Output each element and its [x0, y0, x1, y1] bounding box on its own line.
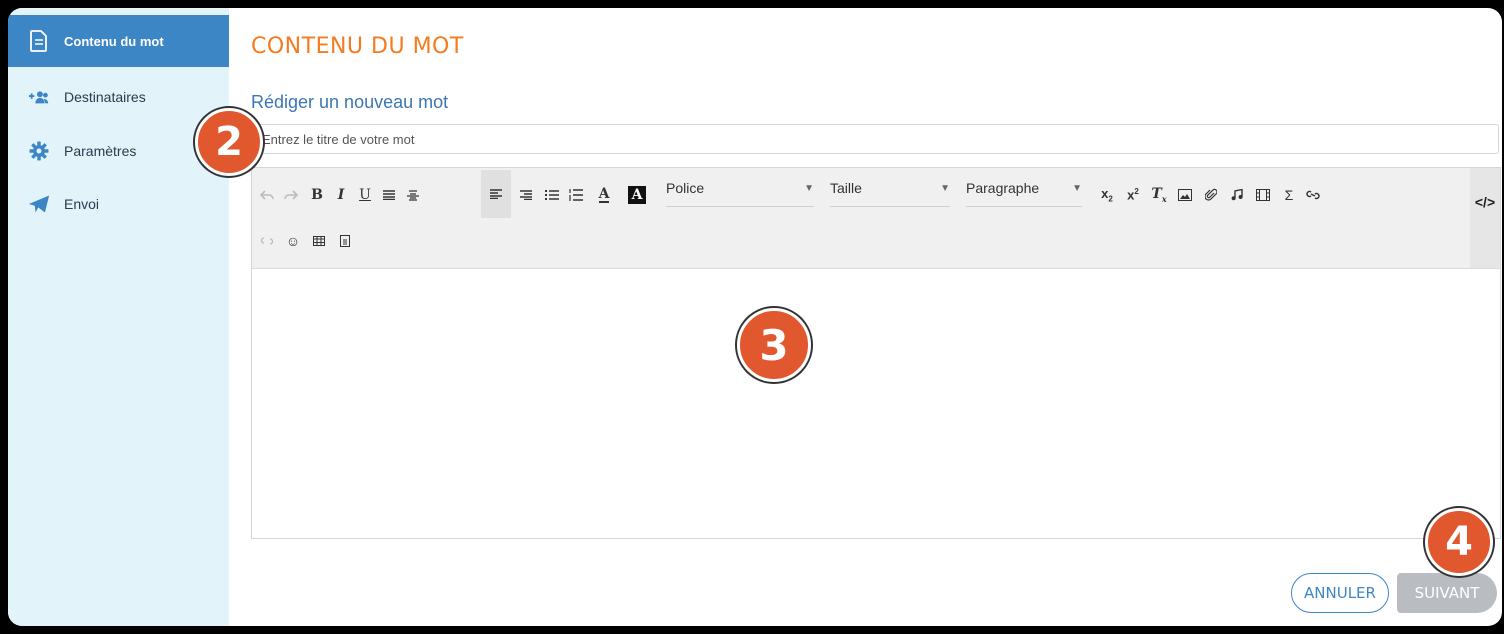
next-button[interactable]: SUIVANT [1397, 573, 1497, 613]
sidebar-item-label: Contenu du mot [64, 33, 164, 49]
text-color-icon: A [598, 186, 610, 203]
image-icon [1178, 189, 1192, 201]
size-select[interactable]: Taille ▼ [830, 180, 950, 207]
align-right-button[interactable] [515, 176, 537, 214]
document-icon [28, 30, 50, 52]
main-content: CONTENU DU MOT Rédiger un nouveau mot B … [195, 8, 1502, 626]
sidebar-item-envoi[interactable]: Envoi [8, 178, 229, 230]
font-select[interactable]: Police ▼ [666, 180, 814, 207]
undo-button[interactable] [256, 176, 278, 214]
page-title: CONTENU DU MOT [251, 34, 464, 59]
sidebar: Contenu du mot Destinataires Paramètres … [8, 8, 229, 626]
format-select[interactable]: Paragraphe ▼ [966, 180, 1082, 207]
align-justify-icon [383, 190, 395, 200]
text-color-button[interactable]: A [590, 176, 618, 214]
unlink-button[interactable] [256, 222, 278, 260]
page-icon [340, 235, 350, 247]
image-button[interactable] [1174, 176, 1196, 214]
redo-icon [284, 190, 298, 200]
paper-plane-icon [28, 193, 50, 215]
sidebar-item-destinataires[interactable]: Destinataires [8, 71, 229, 123]
underline-button[interactable]: U [354, 176, 376, 214]
sidebar-item-contenu[interactable]: Contenu du mot [8, 15, 229, 67]
cancel-button[interactable]: ANNULER [1291, 573, 1389, 613]
subscript-button[interactable]: x2 [1096, 176, 1118, 214]
subscript-icon: x2 [1101, 186, 1113, 204]
chevron-down-icon: ▼ [1072, 183, 1082, 194]
title-input[interactable] [251, 124, 1499, 154]
table-button[interactable] [308, 222, 330, 260]
justify-button[interactable] [378, 176, 400, 214]
film-icon [1256, 189, 1270, 201]
formula-button[interactable]: Σ [1278, 176, 1300, 214]
app-frame: Contenu du mot Destinataires Paramètres … [8, 8, 1502, 626]
smiley-icon: ☺ [285, 233, 301, 249]
italic-button[interactable]: I [330, 176, 352, 214]
bullet-list-icon [545, 190, 559, 200]
align-left-icon [490, 189, 502, 199]
add-users-icon [28, 86, 50, 108]
step-badge-2: 2 [195, 108, 263, 176]
gear-icon [28, 140, 50, 162]
rich-text-editor: B I U A A Police ▼ Taille ▼ Paragraphe ▼… [251, 167, 1501, 539]
attachment-button[interactable] [1200, 176, 1222, 214]
link-icon [1306, 190, 1320, 200]
sidebar-item-label: Envoi [64, 196, 100, 212]
superscript-button[interactable]: x2 [1122, 176, 1144, 214]
editor-content-area[interactable] [252, 269, 1500, 538]
link-button[interactable] [1302, 176, 1324, 214]
undo-icon [260, 190, 274, 200]
section-subtitle: Rédiger un nouveau mot [251, 92, 449, 112]
audio-button[interactable] [1226, 176, 1248, 214]
code-icon: </> [1474, 194, 1496, 210]
step-badge-4: 4 [1425, 508, 1493, 576]
align-left-button[interactable] [481, 170, 511, 218]
background-color-button[interactable]: A [624, 176, 650, 214]
video-button[interactable] [1252, 176, 1274, 214]
strikethrough-icon [407, 190, 419, 201]
step-badge-3: 3 [737, 308, 811, 382]
template-button[interactable] [334, 222, 356, 260]
superscript-icon: x2 [1127, 187, 1139, 203]
table-icon [313, 236, 325, 246]
chevron-down-icon: ▼ [804, 183, 814, 194]
music-note-icon [1231, 189, 1243, 201]
emoji-button[interactable]: ☺ [282, 222, 304, 260]
sidebar-item-label: Paramètres [64, 143, 137, 159]
numbered-list-icon [569, 189, 583, 201]
align-right-icon [520, 190, 532, 200]
font-select-label: Police [666, 180, 705, 196]
strikethrough-button[interactable] [402, 176, 424, 214]
editor-toolbar: B I U A A Police ▼ Taille ▼ Paragraphe ▼… [252, 168, 1500, 269]
clear-format-button[interactable]: Tx [1148, 176, 1170, 214]
sigma-icon: Σ [1284, 187, 1294, 203]
sidebar-item-label: Destinataires [64, 89, 146, 105]
background-color-icon: A [627, 186, 647, 204]
format-select-label: Paragraphe [966, 180, 1040, 196]
bold-button[interactable]: B [306, 176, 328, 214]
chevron-down-icon: ▼ [940, 183, 950, 194]
redo-button[interactable] [280, 176, 302, 214]
numbered-list-button[interactable] [565, 176, 587, 214]
unlink-icon [260, 237, 274, 245]
clear-format-icon: Tx [1151, 186, 1167, 204]
bullet-list-button[interactable] [541, 176, 563, 214]
source-code-button[interactable]: </> [1470, 168, 1500, 268]
size-select-label: Taille [830, 180, 862, 196]
paperclip-icon [1205, 188, 1217, 201]
